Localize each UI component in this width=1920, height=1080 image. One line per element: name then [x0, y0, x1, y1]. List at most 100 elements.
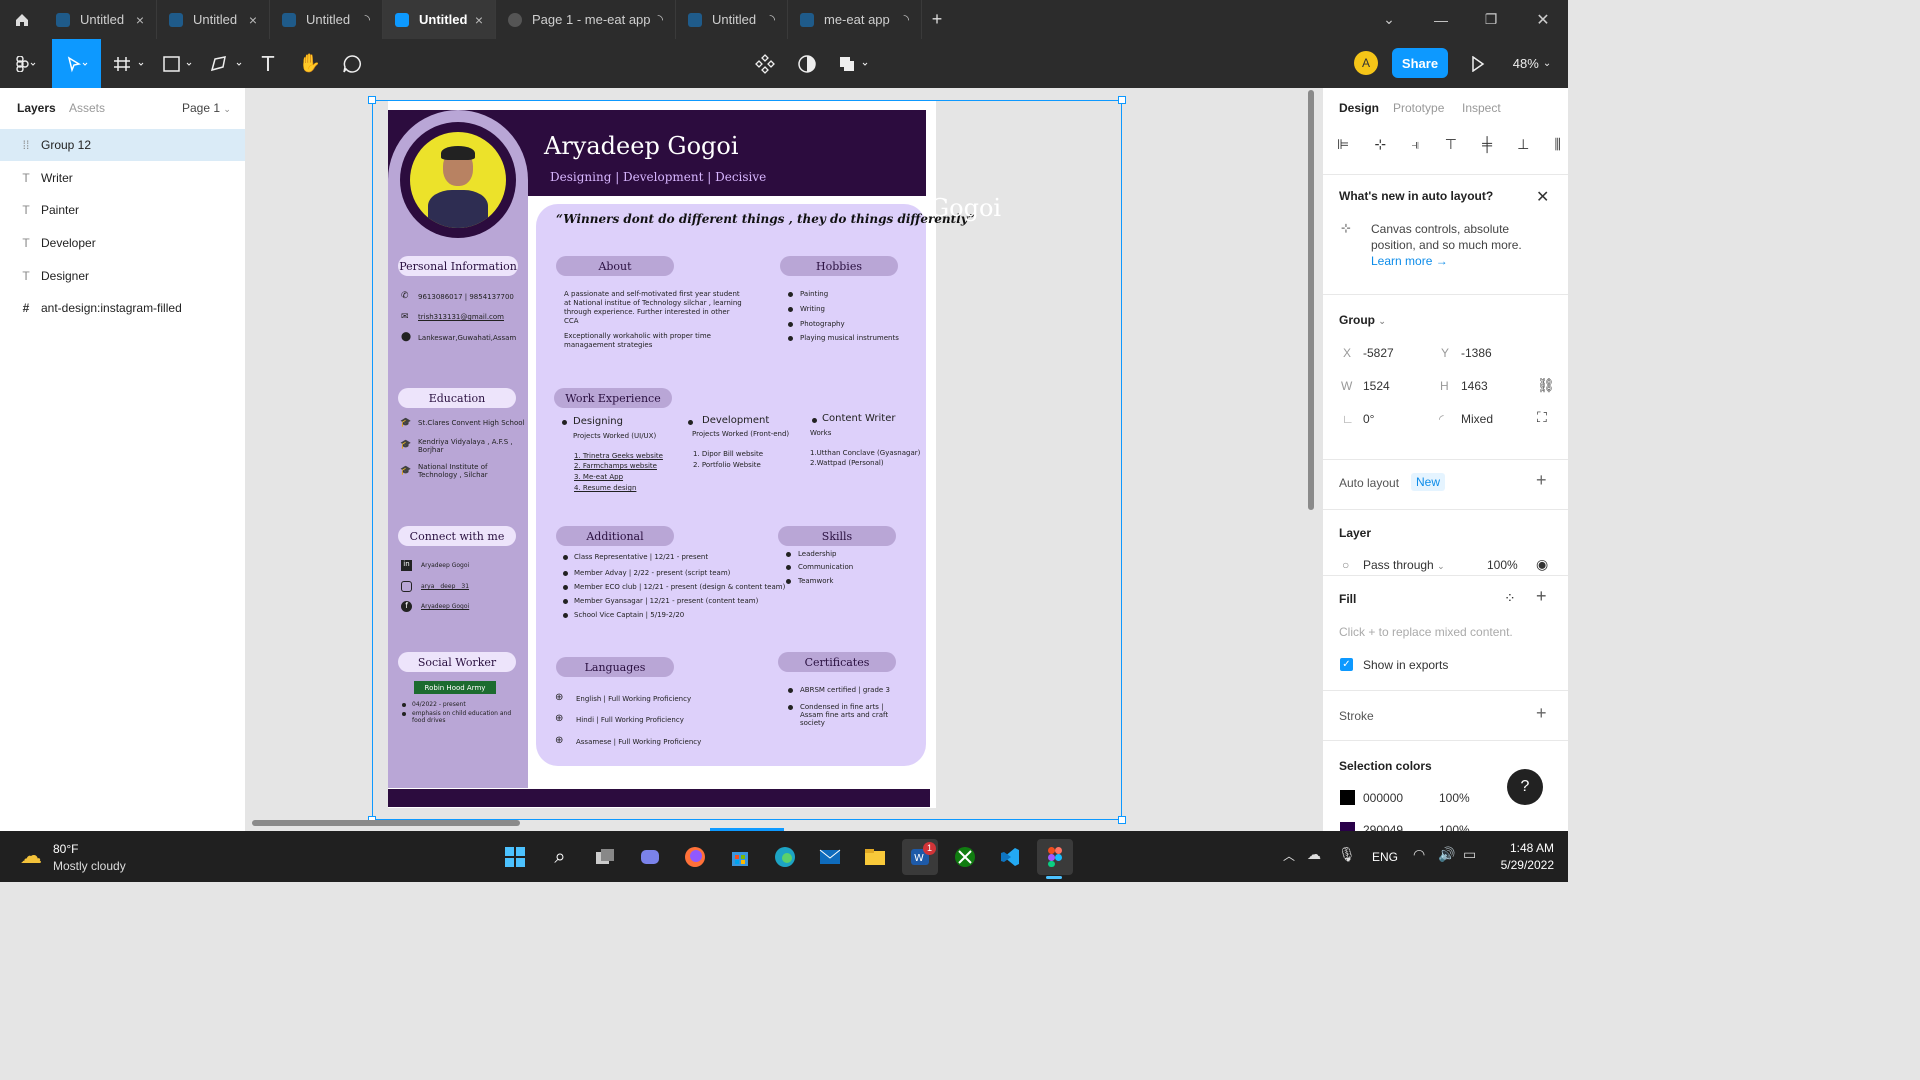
clock-time[interactable]: 1:48 AM: [1494, 841, 1554, 855]
weather-icon[interactable]: ☁: [20, 843, 42, 869]
constrain-proportions-icon[interactable]: ⛓: [1537, 377, 1555, 394]
edge-icon[interactable]: [767, 839, 803, 875]
selection-box[interactable]: [372, 100, 1122, 820]
figma-app-icon[interactable]: [1037, 839, 1073, 875]
layer-developer[interactable]: T Developer: [0, 227, 245, 259]
battery-icon[interactable]: ▭: [1463, 846, 1476, 863]
vscode-icon[interactable]: [992, 839, 1028, 875]
volume-icon[interactable]: 🔊: [1438, 846, 1455, 863]
rotation-input[interactable]: 0°: [1363, 412, 1374, 426]
xbox-icon[interactable]: [947, 839, 983, 875]
clock-date[interactable]: 5/29/2022: [1484, 858, 1554, 872]
show-exports-checkbox[interactable]: ✓: [1340, 658, 1353, 671]
move-tool[interactable]: [52, 39, 101, 88]
tab-inspect[interactable]: Inspect: [1462, 101, 1501, 115]
resize-handle[interactable]: [1118, 96, 1126, 104]
opacity-input[interactable]: 100%: [1487, 558, 1518, 572]
help-button[interactable]: ?: [1507, 769, 1543, 805]
boolean-button[interactable]: [834, 39, 874, 88]
layer-painter[interactable]: T Painter: [0, 194, 245, 226]
color-hex[interactable]: 290049: [1363, 823, 1403, 831]
tab-untitled-2[interactable]: Untitled ×: [157, 0, 270, 39]
color-hex[interactable]: 000000: [1363, 791, 1403, 805]
resize-handle[interactable]: [1118, 816, 1126, 824]
add-fill-button[interactable]: +: [1536, 586, 1547, 607]
new-tab-button[interactable]: +: [912, 0, 962, 39]
tab-me-eat-app[interactable]: me-eat app ◝: [788, 0, 922, 39]
tab-untitled-4[interactable]: Untitled ◝: [676, 0, 788, 39]
zoom-dropdown[interactable]: 48% ⌄: [1506, 39, 1558, 88]
add-auto-layout-button[interactable]: +: [1536, 470, 1547, 491]
canvas[interactable]: Aryadeep Gogoi Designing | Development |…: [246, 88, 1322, 831]
minimize-button[interactable]: —: [1416, 0, 1466, 39]
layer-group-12[interactable]: ⁞⁞ Group 12: [0, 129, 245, 161]
firefox-icon[interactable]: [677, 839, 713, 875]
teams-chat-icon[interactable]: [632, 839, 668, 875]
present-button[interactable]: [1466, 39, 1490, 88]
close-icon[interactable]: ×: [136, 12, 144, 28]
blend-mode-dropdown[interactable]: Pass through ⌄: [1363, 558, 1445, 572]
tab-assets[interactable]: Assets: [69, 101, 105, 115]
close-icon[interactable]: ✕: [1536, 187, 1549, 207]
eye-icon[interactable]: ◉: [1536, 556, 1548, 573]
independent-corners-icon[interactable]: ⛶: [1537, 409, 1547, 426]
close-icon[interactable]: ×: [475, 12, 483, 28]
align-bottom-icon[interactable]: ⊥: [1517, 136, 1529, 152]
components-button[interactable]: [752, 39, 778, 88]
main-menu-button[interactable]: [6, 39, 46, 88]
mail-icon[interactable]: [812, 839, 848, 875]
tab-page1-me-eat-app[interactable]: Page 1 - me-eat app ◝: [496, 0, 676, 39]
align-middle-icon[interactable]: ╪: [1482, 136, 1492, 152]
start-button[interactable]: [497, 839, 533, 875]
text-tool[interactable]: T: [254, 39, 282, 88]
tab-design[interactable]: Design: [1339, 101, 1379, 115]
restore-button[interactable]: ❐: [1466, 0, 1516, 39]
resize-handle[interactable]: [368, 96, 376, 104]
language-indicator[interactable]: ENG: [1372, 850, 1398, 864]
chevron-down-icon[interactable]: ⌄: [1364, 0, 1414, 39]
file-explorer-icon[interactable]: [857, 839, 893, 875]
comment-tool[interactable]: [338, 39, 366, 88]
distribute-icon[interactable]: ⫼: [1555, 136, 1561, 152]
layer-instagram-filled[interactable]: # ant-design:instagram-filled: [0, 292, 245, 324]
tab-untitled-3[interactable]: Untitled ◝: [270, 0, 383, 39]
chevron-up-icon[interactable]: ︿: [1283, 847, 1295, 864]
mask-button[interactable]: [794, 39, 820, 88]
align-right-icon[interactable]: ⫣: [1411, 136, 1419, 152]
home-button[interactable]: [0, 0, 44, 39]
add-stroke-button[interactable]: +: [1536, 703, 1547, 724]
page-selector[interactable]: Page 1 ⌄: [182, 101, 231, 115]
weather-desc[interactable]: Mostly cloudy: [53, 859, 126, 873]
horizontal-scrollbar[interactable]: [252, 820, 520, 826]
vertical-scrollbar[interactable]: [1308, 90, 1314, 510]
corner-radius-input[interactable]: Mixed: [1461, 412, 1493, 426]
group-dropdown[interactable]: Group ⌄: [1339, 313, 1386, 327]
task-view-icon[interactable]: [587, 839, 623, 875]
onedrive-icon[interactable]: ☁: [1307, 846, 1321, 863]
color-opacity[interactable]: 100%: [1439, 823, 1470, 831]
user-avatar[interactable]: A: [1354, 51, 1378, 75]
close-window-button[interactable]: ✕: [1518, 0, 1568, 39]
tab-untitled-1[interactable]: Untitled ×: [44, 0, 157, 39]
microphone-icon[interactable]: 🎙: [1338, 846, 1356, 863]
shape-tool[interactable]: [158, 39, 198, 88]
styles-icon[interactable]: ⁘: [1504, 590, 1516, 607]
frame-tool[interactable]: [110, 39, 150, 88]
pen-tool[interactable]: [206, 39, 248, 88]
tab-layers[interactable]: Layers: [17, 101, 56, 115]
tab-prototype[interactable]: Prototype: [1393, 101, 1444, 115]
search-icon[interactable]: ⌕: [542, 839, 578, 875]
layer-designer[interactable]: T Designer: [0, 260, 245, 292]
align-top-icon[interactable]: ⊤: [1445, 136, 1457, 152]
width-input[interactable]: 1524: [1363, 379, 1390, 393]
learn-more-link[interactable]: Learn more →: [1371, 254, 1448, 268]
share-button[interactable]: Share: [1392, 48, 1448, 78]
height-input[interactable]: 1463: [1461, 379, 1488, 393]
tab-untitled-active[interactable]: Untitled ×: [383, 0, 496, 39]
layer-writer[interactable]: T Writer: [0, 162, 245, 194]
close-icon[interactable]: ×: [249, 12, 257, 28]
color-opacity[interactable]: 100%: [1439, 791, 1470, 805]
color-swatch[interactable]: [1340, 822, 1355, 831]
wifi-icon[interactable]: ◠: [1413, 846, 1425, 863]
color-swatch[interactable]: [1340, 790, 1355, 805]
